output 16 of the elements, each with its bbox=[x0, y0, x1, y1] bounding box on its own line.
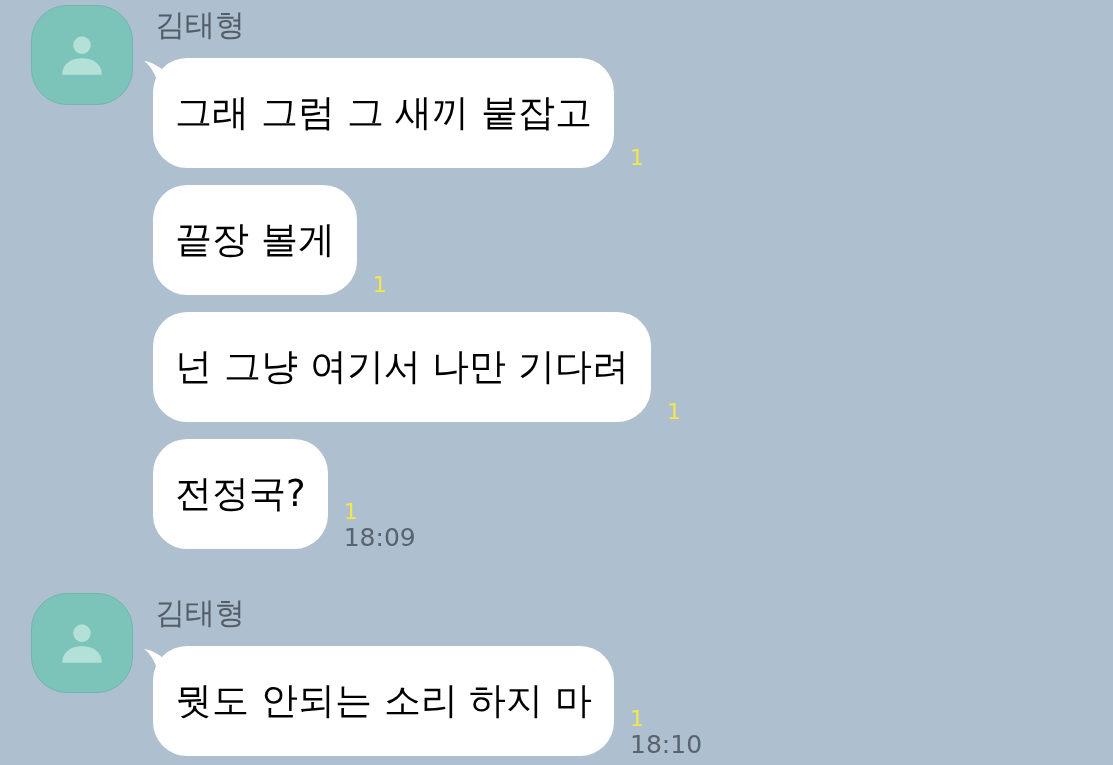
unread-count: 1 bbox=[372, 273, 387, 297]
message-bubble: 전정국? bbox=[153, 439, 328, 549]
message-bubble: 뭣도 안되는 소리 하지 마 bbox=[153, 646, 615, 756]
sender-name: 김태형 bbox=[155, 594, 245, 632]
message-bubble: 그래 그럼 그 새끼 붙잡고 bbox=[153, 58, 615, 168]
message-bubble: 넌 그냥 여기서 나만 기다려 bbox=[153, 312, 652, 422]
message-bubble: 끝장 볼게 bbox=[153, 185, 357, 295]
avatar-icon[interactable] bbox=[31, 593, 133, 693]
unread-count: 1 bbox=[667, 400, 682, 424]
message-time: 18:10 bbox=[630, 731, 703, 758]
avatar-icon[interactable] bbox=[31, 5, 133, 105]
unread-count: 1 bbox=[343, 500, 358, 524]
unread-count: 1 bbox=[630, 707, 645, 731]
message-time: 18:09 bbox=[343, 524, 416, 551]
sender-name: 김태형 bbox=[155, 6, 245, 44]
unread-count: 1 bbox=[630, 146, 645, 170]
